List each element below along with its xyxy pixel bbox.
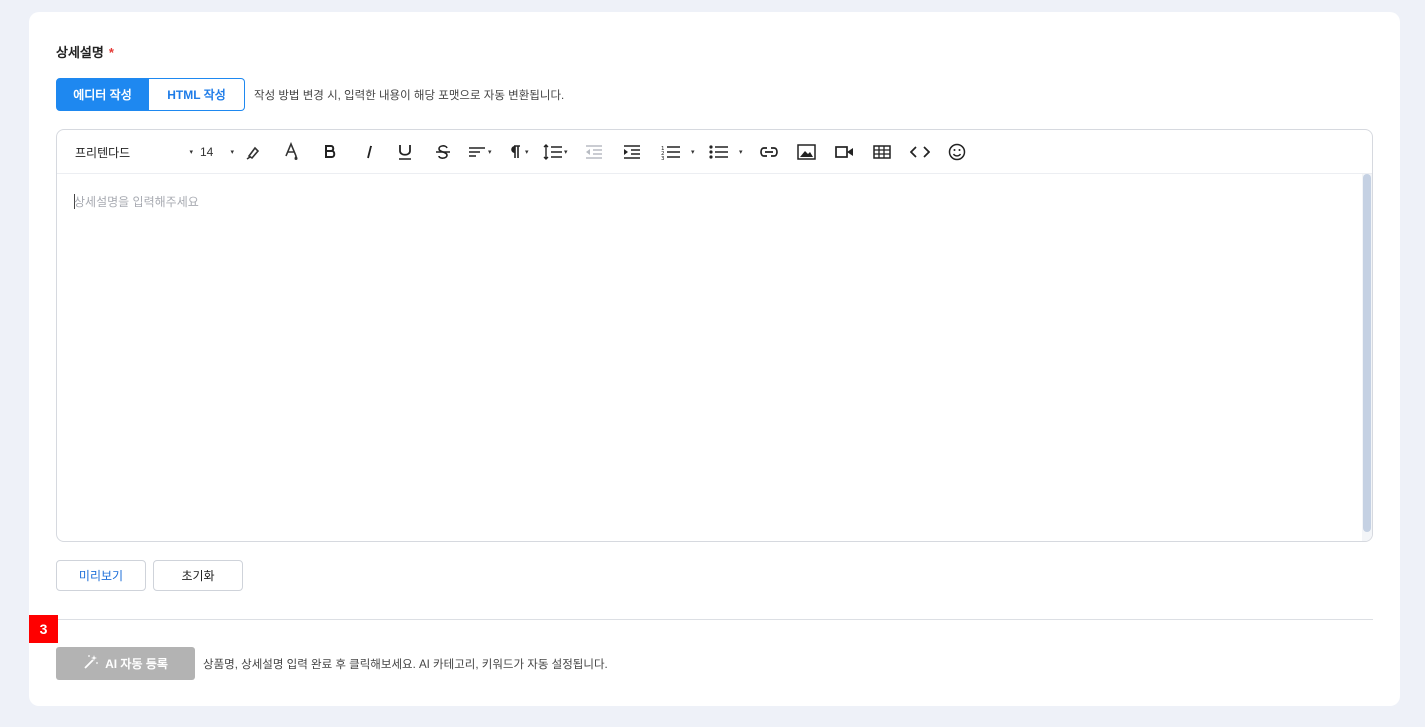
chevron-down-icon: ▾ [189, 149, 193, 156]
table-icon[interactable] [873, 130, 891, 174]
preview-button[interactable]: 미리보기 [56, 560, 146, 591]
line-height-icon[interactable]: ▾ [543, 130, 568, 174]
svg-text:3: 3 [661, 156, 665, 160]
paragraph-icon[interactable]: ▾ [508, 130, 529, 174]
code-view-icon[interactable] [910, 130, 930, 174]
bold-icon[interactable] [322, 130, 338, 174]
unordered-list-icon[interactable]: ▾ [709, 130, 743, 174]
underline-icon[interactable] [397, 130, 413, 174]
reset-button[interactable]: 초기화 [153, 560, 243, 591]
editor-scrollbar[interactable] [1362, 174, 1372, 541]
strikethrough-icon[interactable] [435, 130, 451, 174]
mode-hint-text: 작성 방법 변경 시, 입력한 내용이 해당 포맷으로 자동 변환됩니다. [254, 90, 565, 102]
required-mark: * [108, 45, 114, 60]
ai-auto-register-label: AI 자동 등록 [105, 657, 168, 671]
write-mode-toggle: 에디터 작성 HTML 작성 [56, 78, 245, 111]
chevron-down-icon: ▾ [564, 149, 568, 156]
editor-mode-button[interactable]: 에디터 작성 [56, 78, 149, 111]
chevron-down-icon: ▾ [739, 149, 743, 156]
editor-content-area[interactable]: 상세설명을 입력해주세요 [57, 174, 1372, 541]
step-number-badge: 3 [29, 615, 58, 643]
indent-icon[interactable] [623, 130, 641, 174]
font-size-value: 14 [200, 145, 214, 159]
font-family-value: 프리텐다드 [75, 145, 131, 160]
emoji-icon[interactable] [948, 130, 966, 174]
html-mode-button[interactable]: HTML 작성 [149, 78, 245, 111]
align-icon[interactable]: ▾ [468, 130, 492, 174]
ai-hint-text: 상품명, 상세설명 입력 완료 후 클릭해보세요. AI 카테고리, 키워드가 … [203, 659, 608, 671]
section-title-label: 상세설명 [56, 45, 104, 60]
outdent-icon[interactable] [585, 130, 603, 174]
section-divider [56, 619, 1373, 620]
section-title: 상세설명 * [56, 42, 114, 61]
editor-placeholder: 상세설명을 입력해주세요 [74, 195, 199, 209]
magic-wand-icon [83, 654, 99, 673]
chevron-down-icon: ▾ [488, 149, 492, 156]
font-size-select[interactable]: 14 ▾ [200, 130, 234, 174]
image-icon[interactable] [797, 130, 816, 174]
chevron-down-icon: ▾ [230, 149, 234, 156]
chevron-down-icon: ▾ [525, 149, 529, 156]
highlighter-icon[interactable] [245, 130, 263, 174]
video-icon[interactable] [835, 130, 854, 174]
editor-toolbar: 프리텐다드 ▾ 14 ▾ ▾ ▾ ▾ 1 2 3 ▾ ▾ [57, 130, 1372, 174]
scrollbar-thumb[interactable] [1363, 174, 1371, 532]
chevron-down-icon: ▾ [691, 149, 695, 156]
ai-auto-register-button[interactable]: AI 자동 등록 [56, 647, 195, 680]
detail-description-card: 상세설명 * 에디터 작성 HTML 작성 작성 방법 변경 시, 입력한 내용이… [29, 12, 1400, 706]
italic-icon[interactable] [362, 130, 376, 174]
rich-text-editor: 프리텐다드 ▾ 14 ▾ ▾ ▾ ▾ 1 2 3 ▾ ▾ 상세설명을 입력해주세… [56, 129, 1373, 542]
font-family-select[interactable]: 프리텐다드 ▾ [75, 130, 193, 174]
link-icon[interactable] [759, 130, 779, 174]
ordered-list-icon[interactable]: 123 ▾ [661, 130, 695, 174]
text-color-icon[interactable] [283, 130, 301, 174]
